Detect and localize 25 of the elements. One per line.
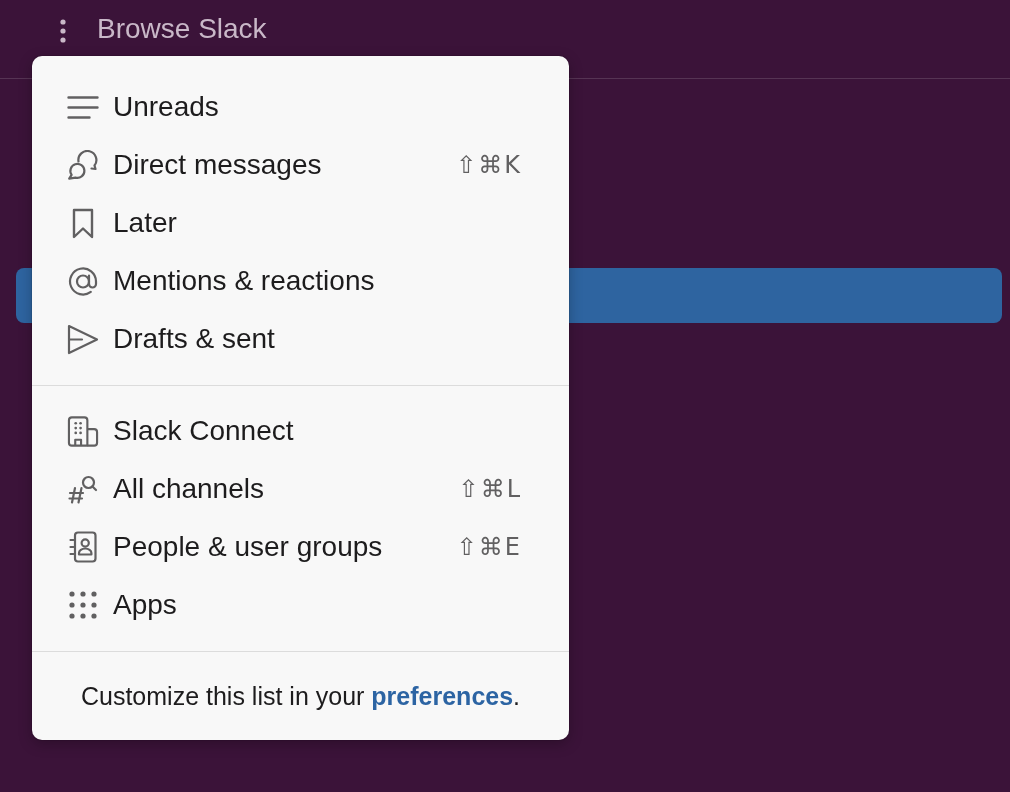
menu-item[interactable]: Direct messages ⇧⌘K (32, 136, 569, 194)
vertical-dots-icon[interactable] (60, 19, 66, 43)
keyboard-shortcut: ⇧⌘K (456, 151, 522, 179)
hash-search-icon (68, 474, 98, 504)
menu-item[interactable]: Unreads (32, 78, 569, 136)
menu-item[interactable]: People & user groups ⇧⌘E (32, 518, 569, 576)
menu-item[interactable]: Later (32, 194, 569, 252)
building-icon (67, 414, 99, 448)
menu-item[interactable]: Mentions & reactions (32, 252, 569, 310)
list-lines-icon (67, 95, 99, 119)
keyboard-shortcut: ⇧⌘L (458, 475, 522, 503)
menu-item[interactable]: Apps (32, 576, 569, 634)
dot-grid-icon (69, 591, 97, 619)
paper-plane-icon (67, 323, 99, 355)
menu-item[interactable]: All channels ⇧⌘L (32, 460, 569, 518)
customize-hint: Customize this list in your preferences. (80, 681, 521, 711)
menu-item[interactable]: Drafts & sent (32, 310, 569, 368)
page-title: Browse Slack (97, 13, 267, 45)
keyboard-shortcut: ⇧⌘E (456, 533, 522, 561)
chat-bubbles-icon (67, 150, 99, 180)
contact-card-icon (69, 531, 97, 563)
menu-item[interactable]: Slack Connect (32, 402, 569, 460)
preferences-link[interactable]: preferences (371, 681, 514, 710)
bookmark-icon (72, 207, 94, 239)
at-sign-icon (67, 264, 99, 298)
